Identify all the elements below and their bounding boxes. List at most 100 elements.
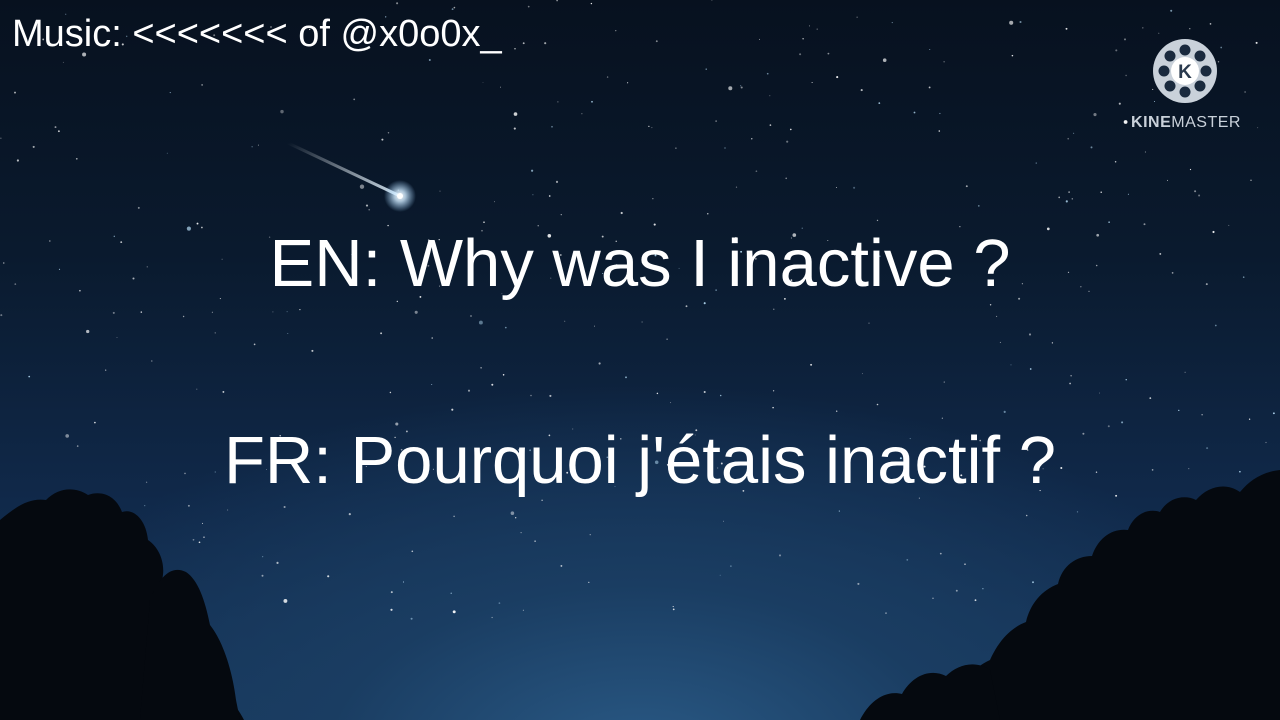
star: [856, 16, 858, 18]
star: [368, 208, 371, 211]
star: [1058, 196, 1061, 199]
star: [522, 42, 525, 45]
star: [1019, 20, 1022, 24]
star: [1093, 113, 1097, 117]
star: [348, 513, 351, 516]
star: [799, 53, 802, 56]
caption-english: EN: Why was I inactive ?: [269, 226, 1011, 301]
star: [719, 394, 722, 397]
night-sky-scene: [0, 0, 1280, 720]
star: [977, 205, 980, 207]
star: [54, 126, 57, 129]
star: [965, 185, 968, 188]
star: [836, 410, 838, 412]
star: [1158, 32, 1160, 34]
star: [32, 145, 35, 148]
star: [510, 511, 515, 515]
star: [75, 157, 78, 160]
star: [730, 565, 732, 567]
star: [389, 391, 392, 394]
star: [513, 127, 516, 130]
star: [166, 152, 168, 154]
star: [1255, 41, 1258, 44]
star: [625, 376, 627, 379]
star: [810, 363, 813, 366]
star: [201, 522, 204, 524]
star: [276, 561, 279, 564]
star: [452, 610, 456, 614]
star: [390, 591, 393, 594]
star: [876, 219, 879, 222]
caption-french: FR: Pourquoi j'étais inactif ?: [223, 423, 1057, 498]
star: [0, 314, 3, 317]
star: [955, 589, 958, 592]
star: [532, 194, 534, 196]
star: [939, 552, 942, 555]
star: [1198, 194, 1201, 197]
star: [453, 515, 455, 518]
star: [943, 381, 945, 383]
star: [876, 403, 879, 406]
star: [1144, 151, 1146, 153]
star: [557, 101, 559, 103]
star: [257, 144, 259, 146]
star: [365, 204, 369, 207]
star: [196, 388, 198, 390]
star: [513, 112, 518, 116]
star: [996, 315, 998, 317]
star: [411, 550, 414, 553]
star: [1127, 193, 1129, 195]
star: [1009, 20, 1014, 25]
star: [431, 337, 433, 339]
watermark-brand-part2: MASTER: [1171, 114, 1241, 131]
star: [1214, 324, 1217, 327]
star: [28, 375, 31, 378]
star: [891, 22, 893, 24]
star: [1201, 414, 1203, 416]
star: [589, 534, 591, 536]
star: [551, 125, 553, 128]
star: [1003, 410, 1006, 413]
star: [359, 184, 365, 189]
star: [203, 536, 205, 538]
star: [999, 341, 1001, 343]
star: [556, 0, 558, 2]
star: [1125, 74, 1127, 77]
star: [414, 310, 418, 314]
star: [478, 320, 483, 325]
star: [835, 187, 837, 189]
star: [1142, 27, 1144, 29]
star: [1178, 409, 1180, 412]
star: [588, 581, 590, 584]
star: [387, 132, 390, 134]
star: [431, 383, 433, 386]
star: [772, 406, 774, 409]
star: [1189, 28, 1191, 30]
star: [769, 124, 772, 126]
star: [262, 556, 264, 558]
star: [498, 602, 501, 604]
star: [380, 332, 383, 335]
star: [1100, 191, 1102, 193]
star: [1065, 200, 1068, 203]
star: [227, 509, 229, 511]
star: [86, 329, 90, 334]
star: [711, 0, 713, 1]
star: [530, 394, 532, 397]
star: [151, 360, 153, 362]
star: [878, 102, 881, 104]
star: [1090, 146, 1093, 149]
star: [534, 540, 536, 542]
star: [544, 42, 547, 45]
star: [655, 40, 658, 43]
star: [1167, 179, 1168, 181]
star: [402, 581, 405, 583]
star: [989, 304, 992, 306]
star: [590, 2, 593, 5]
star: [353, 98, 356, 101]
star: [453, 6, 456, 9]
logo-letter: K: [1178, 62, 1192, 83]
star: [1189, 168, 1192, 171]
star: [861, 373, 863, 375]
star: [140, 311, 143, 313]
